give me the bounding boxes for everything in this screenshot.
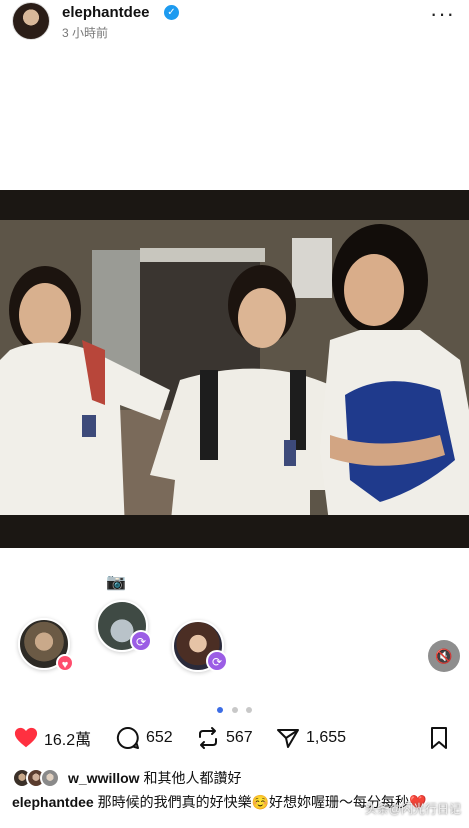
repost-badge-icon: ⟳ xyxy=(130,630,152,652)
likers-suffix: 和其他人都讚好 xyxy=(143,770,242,786)
post-photo[interactable] xyxy=(0,190,469,548)
liker-avatar xyxy=(40,768,60,788)
camera-emoji-icon: 📷 xyxy=(106,574,126,591)
comment-button[interactable]: 652 xyxy=(116,726,173,750)
watermark: 头条@闪光行日记 xyxy=(364,802,461,816)
comment-count: 652 xyxy=(146,729,173,746)
author-avatar[interactable] xyxy=(12,2,50,40)
more-options-icon[interactable]: ··· xyxy=(430,3,455,25)
heart-icon xyxy=(14,726,38,750)
action-bar: 16.2萬 652 567 1,655 xyxy=(0,722,469,754)
caption-username[interactable]: elephantdee xyxy=(12,794,94,810)
verified-badge-icon: ✓ xyxy=(164,5,179,20)
carousel-dot-3[interactable] xyxy=(245,707,252,713)
bookmark-icon[interactable] xyxy=(427,726,451,750)
send-icon xyxy=(276,726,300,750)
share-count: 1,655 xyxy=(306,729,347,746)
carousel-indicator xyxy=(0,700,469,718)
repost-count: 567 xyxy=(226,729,253,746)
heart-badge-icon: ♥ xyxy=(56,654,74,672)
likers-text: w_wwillow 和其他人都讚好 xyxy=(68,768,241,788)
repost-badge-icon: ⟳ xyxy=(206,650,228,672)
like-button[interactable]: 16.2萬 xyxy=(14,726,91,750)
share-button[interactable]: 1,655 xyxy=(276,726,346,750)
post-time: 3 小時前 xyxy=(62,26,109,40)
photo-illustration xyxy=(0,190,469,548)
liker-name[interactable]: w_wwillow xyxy=(68,770,140,786)
author-username[interactable]: elephantdee xyxy=(62,4,150,21)
carousel-dot-2[interactable] xyxy=(231,707,238,713)
mute-toggle-icon[interactable]: 🔇 xyxy=(428,640,460,672)
post-header: elephantdee ✓ 3 小時前 ··· xyxy=(0,0,469,46)
likers-summary[interactable]: w_wwillow 和其他人都讚好 xyxy=(12,766,241,790)
like-count: 16.2萬 xyxy=(44,732,92,749)
comment-icon xyxy=(116,726,140,750)
repost-icon xyxy=(196,726,220,750)
repost-button[interactable]: 567 xyxy=(196,726,253,750)
carousel-dot-1[interactable] xyxy=(217,707,224,713)
